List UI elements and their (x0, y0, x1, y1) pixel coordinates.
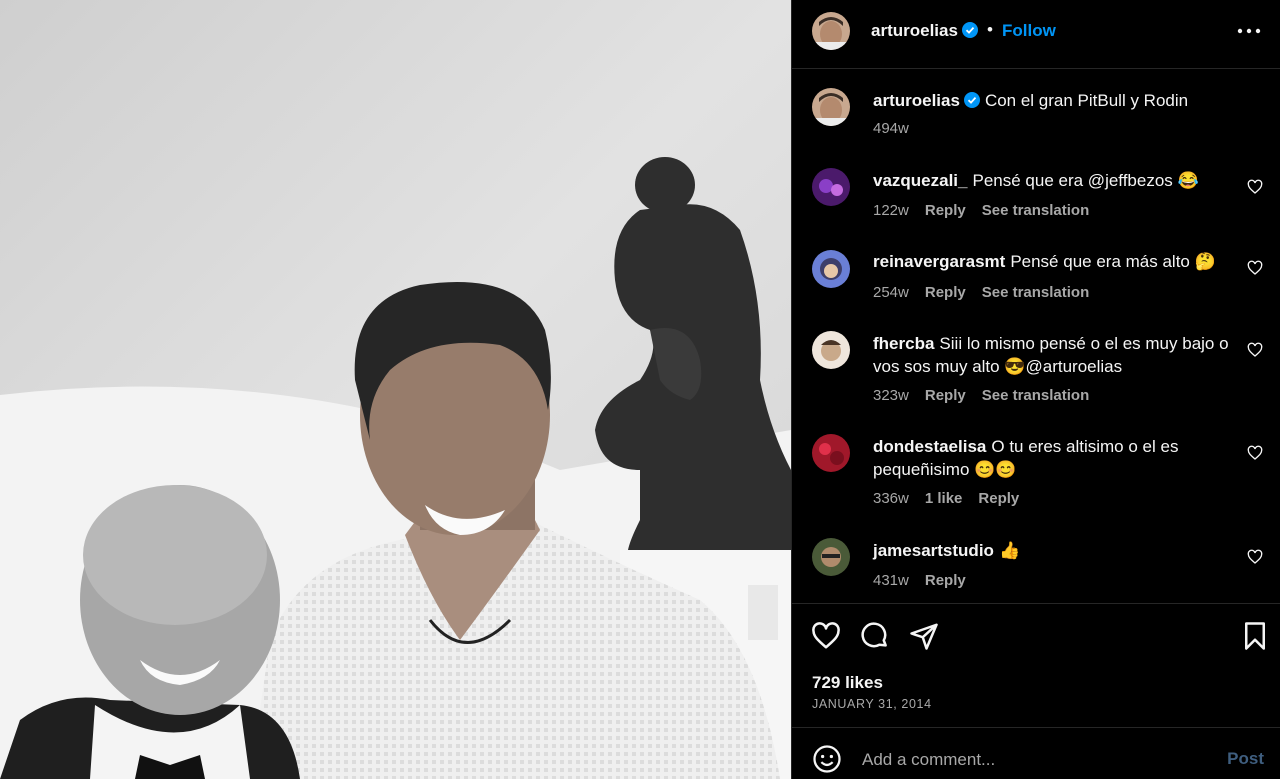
comment-input[interactable] (860, 747, 1144, 773)
comment-meta: 336w 1 like Reply (873, 490, 1035, 507)
comment-meta: 431w Reply (873, 572, 982, 589)
comment-time[interactable]: 122w (873, 202, 909, 219)
comment-likes-count[interactable]: 1 like (925, 490, 963, 507)
commenter-avatar[interactable] (812, 250, 850, 288)
comment-like-heart-icon[interactable] (1247, 260, 1263, 276)
comment-text: reinavergarasmt Pensé que era más alto 🤔 (873, 252, 1216, 271)
verified-badge-icon (963, 92, 980, 108)
post-details-panel: arturoelias • Follow arturoelias Con el g… (791, 0, 1280, 779)
reply-button[interactable]: Reply (925, 572, 966, 589)
commenter-avatar[interactable] (812, 434, 850, 472)
emoji-icon[interactable] (812, 744, 842, 774)
caption-meta: 494w (873, 120, 925, 137)
caption-time[interactable]: 494w (873, 120, 909, 137)
commenter-avatar[interactable] (812, 331, 850, 369)
separator-dot: • (987, 20, 993, 39)
share-icon[interactable] (909, 621, 939, 651)
comment-time[interactable]: 431w (873, 572, 909, 589)
see-translation-button[interactable]: See translation (982, 387, 1090, 404)
reply-button[interactable]: Reply (925, 284, 966, 301)
reply-button[interactable]: Reply (925, 387, 966, 404)
comment-username[interactable]: jamesartstudio (873, 541, 994, 560)
commenter-avatar[interactable] (812, 538, 850, 576)
comment-username[interactable]: dondestaelisa (873, 437, 986, 456)
post-header: arturoelias • Follow (792, 0, 1280, 69)
comment-username[interactable]: vazquezali_ (873, 171, 968, 190)
comment-composer: Post (792, 727, 1280, 779)
comment-like-heart-icon[interactable] (1247, 445, 1263, 461)
likes-count[interactable]: 729 likes (812, 673, 883, 693)
post-date[interactable]: JANUARY 31, 2014 (812, 697, 932, 711)
see-translation-button[interactable]: See translation (982, 202, 1090, 219)
post-comment-button[interactable]: Post (1227, 749, 1264, 769)
comment-time[interactable]: 323w (873, 387, 909, 404)
comment-text: fhercba Siii lo mismo pensé o el es muy b… (873, 334, 1229, 376)
see-translation-button[interactable]: See translation (982, 284, 1090, 301)
comment-text: dondestaelisa O tu eres altisimo o el es … (873, 437, 1179, 479)
verified-badge-icon (961, 22, 978, 38)
post-actions: 729 likes JANUARY 31, 2014 (792, 603, 1280, 728)
comment-meta: 254w Reply See translation (873, 284, 1105, 301)
instagram-post-view: arturoelias • Follow arturoelias Con el g… (0, 0, 1280, 779)
comment-text: vazquezali_ Pensé que era @jeffbezos 😂 (873, 171, 1199, 190)
bookmark-icon[interactable] (1240, 621, 1270, 651)
comment-time[interactable]: 336w (873, 490, 909, 507)
more-options-icon[interactable] (1236, 22, 1262, 40)
comment-like-heart-icon[interactable] (1247, 179, 1263, 195)
post-photo[interactable] (0, 0, 791, 779)
reply-button[interactable]: Reply (925, 202, 966, 219)
comment-time[interactable]: 254w (873, 284, 909, 301)
comment-username[interactable]: reinavergarasmt (873, 252, 1005, 271)
comment-meta: 122w Reply See translation (873, 202, 1105, 219)
post-photo-image (0, 0, 791, 779)
author-avatar[interactable] (812, 12, 850, 50)
comment-text: jamesartstudio 👍 (873, 541, 1021, 560)
comment-meta: 323w Reply See translation (873, 387, 1105, 404)
comment-username[interactable]: fhercba (873, 334, 934, 353)
caption-text: arturoelias Con el gran PitBull y Rodin (873, 91, 1189, 110)
caption-avatar[interactable] (812, 88, 850, 126)
comment-like-heart-icon[interactable] (1247, 342, 1263, 358)
follow-button[interactable]: Follow (1002, 21, 1056, 41)
heart-icon[interactable] (811, 621, 841, 651)
comment-like-heart-icon[interactable] (1247, 549, 1263, 565)
author-username[interactable]: arturoelias (871, 21, 978, 41)
caption-username[interactable]: arturoelias (873, 91, 980, 110)
comment-icon[interactable] (860, 621, 890, 651)
reply-button[interactable]: Reply (978, 490, 1019, 507)
commenter-avatar[interactable] (812, 168, 850, 206)
